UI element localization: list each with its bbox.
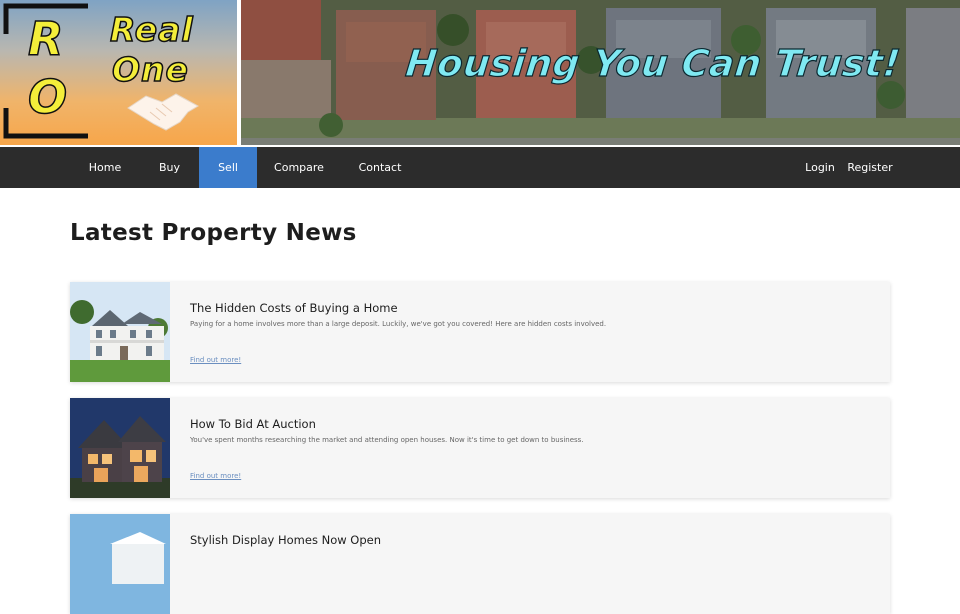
site-banner: R O Real One Housing You Can Trust! — [0, 0, 960, 147]
article-title[interactable]: Stylish Display Homes Now Open — [190, 533, 381, 547]
display-home-photo — [70, 514, 170, 614]
find-out-more-link[interactable]: Find out more! — [190, 356, 241, 364]
page-title: Latest Property News — [70, 220, 357, 246]
article-thumbnail[interactable] — [70, 282, 170, 382]
nav-buy-link[interactable]: Buy — [140, 147, 199, 188]
news-card: How To Bid At Auction You've spent month… — [70, 398, 890, 498]
register-link[interactable]: Register — [843, 147, 897, 188]
article-thumbnail[interactable] — [70, 514, 170, 614]
nav-sell-link[interactable]: Sell — [199, 147, 257, 188]
login-link[interactable]: Login — [797, 147, 843, 188]
logo-letter-o: O — [27, 69, 69, 125]
white-house-photo — [70, 282, 170, 382]
news-card: Stylish Display Homes Now Open — [70, 514, 890, 614]
news-card: The Hidden Costs of Buying a Home Paying… — [70, 282, 890, 382]
logo-word-real: Real — [109, 9, 194, 50]
logo-letter-r: R — [27, 11, 65, 67]
logo-word-one: One — [111, 49, 189, 90]
main-navigation: Home Buy Sell Compare Contact Login Regi… — [0, 147, 960, 188]
article-summary: Paying for a home involves more than a l… — [190, 320, 607, 328]
nav-contact-link[interactable]: Contact — [341, 147, 419, 188]
nav-compare-link[interactable]: Compare — [257, 147, 341, 188]
article-thumbnail[interactable] — [70, 398, 170, 498]
find-out-more-link[interactable]: Find out more! — [190, 472, 241, 480]
hero-banner: Housing You Can Trust! — [241, 0, 960, 145]
site-logo[interactable]: R O Real One — [0, 0, 237, 145]
article-summary: You've spent months researching the mark… — [190, 436, 584, 444]
nav-home-link[interactable]: Home — [70, 147, 140, 188]
house-at-dusk-photo — [70, 398, 170, 498]
article-title[interactable]: How To Bid At Auction — [190, 417, 316, 431]
banner-tagline: Housing You Can Trust! — [403, 41, 903, 85]
handshake-icon — [127, 93, 200, 131]
article-title[interactable]: The Hidden Costs of Buying a Home — [190, 301, 398, 315]
